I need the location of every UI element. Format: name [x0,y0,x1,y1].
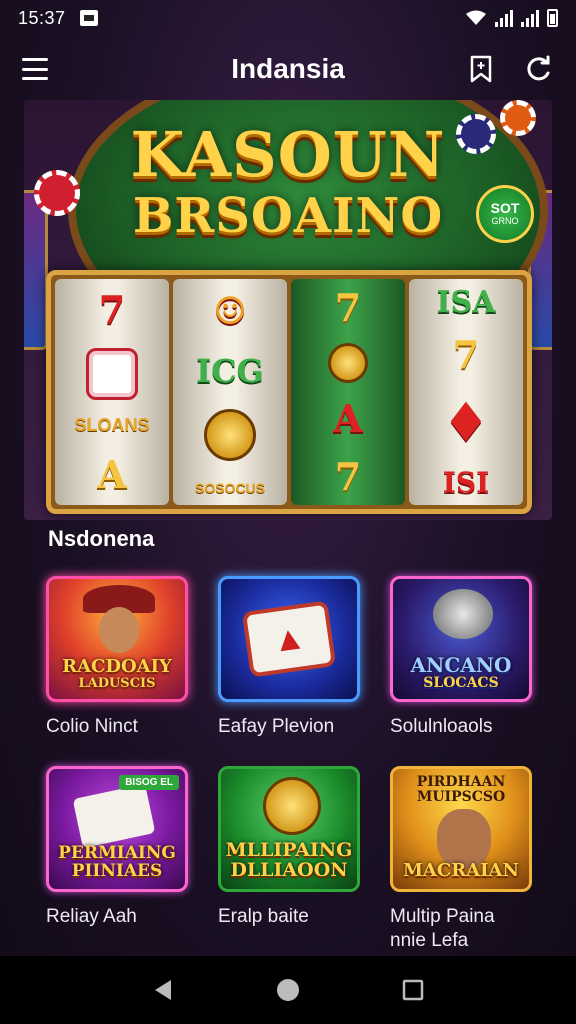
home-circle-icon[interactable] [268,970,308,1010]
roulette-icon [433,589,493,639]
card-icon [72,783,156,849]
notification-icon [79,10,98,26]
hero-banner[interactable]: KASOUN BRSOAINO SOT GRNO 7 SLOANS A ☺ IC… [24,100,552,520]
thumb-title: PERMIAING PIINIAES [58,843,176,882]
section-title: Nsdonena [48,526,155,551]
battery-icon [547,9,558,27]
game-thumbnail: ▲ [218,576,360,702]
status-time: 15:37 [18,7,66,28]
reel-symbol: ISA [436,285,496,321]
game-grid: RACDOAIY LADUSCIS Colio Ninct ▲ Eafay Pl… [46,576,532,956]
reel-symbol: SOSOCUS [194,479,265,496]
game-thumbnail: BISOG EL PERMIAING PIINIAES [46,766,188,892]
wifi-icon [466,10,486,25]
coin-icon [204,408,256,461]
reel-symbol: SLOANS [74,415,150,436]
game-thumbnail: PIRDHAAN MUIPSCSO MACRAIAN [390,766,532,892]
signal-icon-2 [521,9,539,27]
game-card[interactable]: RACDOAIY LADUSCIS Colio Ninct [46,576,188,766]
game-label: Eafay Plevion [218,716,335,737]
reel-symbol: ☺ [212,288,248,334]
game-tag: BISOG EL [119,775,179,790]
card-case-icon: ▲ [241,600,337,678]
refresh-icon[interactable] [524,54,554,84]
game-card[interactable]: ▲ Eafay Plevion [218,576,360,766]
game-thumbnail: RACDOAIY LADUSCIS [46,576,188,702]
recent-square-icon[interactable] [393,970,433,1010]
hero-title-line2: BRSOAINO [132,188,444,244]
status-icons [465,9,558,27]
reel-symbol: ♦ [441,389,491,454]
hamburger-icon[interactable] [22,58,48,80]
reel-4: ISA 7 ♦ ISI [409,279,523,505]
game-label: Eralp baite [218,906,309,927]
reel-symbol: 7 [98,286,126,332]
thumb-title-top: PIRDHAAN MUIPSCSO [416,774,506,805]
thumb-title: ANCANO SLOCACS [410,653,512,692]
reel-symbol: ICG [196,352,264,391]
game-label: Solulnloaols [390,716,493,737]
reel-1: 7 SLOANS A [55,279,169,505]
app-bar: Indansia [0,36,576,102]
character-icon [99,607,139,653]
game-label: Colio Ninct [46,716,138,737]
reel-symbol: A [97,452,127,498]
coin-icon [328,343,368,384]
game-thumbnail: MLLIPAING DLLIAOON [218,766,360,892]
game-card[interactable]: ANCANO SLOCACS Solulnloaols [390,576,532,766]
game-label-line2: nnie Lefa [390,930,469,951]
game-card[interactable]: BISOG EL PERMIAING PIINIAES Reliay Aah [46,766,188,956]
reel-symbol: 7 [334,453,362,499]
system-nav-bar [0,956,576,1024]
dice-icon [86,347,138,400]
slot-badge-line1: SOT [490,200,520,217]
signal-icon [495,9,513,27]
back-triangle-icon[interactable] [143,970,183,1010]
coin-icon [263,777,321,835]
thumb-title: RACDOAIY LADUSCIS [62,656,172,692]
slot-badge-line2: GRNO [491,215,519,226]
slot-badge: SOT GRNO [476,185,534,243]
game-card[interactable]: MLLIPAING DLLIAOON Eralp baite [218,766,360,956]
thumb-title: MLLIPAING DLLIAOON [225,839,353,882]
reel-symbol: 7 [452,332,480,378]
thumb-title: MACRAIAN [403,860,519,882]
reel-symbol: 7 [334,285,362,331]
bookmark-icon[interactable] [466,54,496,84]
slot-reels: 7 SLOANS A ☺ ICG SOSOCUS 7 A 7 ISA 7 ♦ I… [46,270,532,514]
reel-3: 7 A 7 [291,279,405,505]
reel-symbol: A [333,395,363,441]
reel-2: ☺ ICG SOSOCUS [173,279,287,505]
game-card[interactable]: PIRDHAAN MUIPSCSO MACRAIAN Multip Paina … [390,766,532,956]
app-screen: 15:37 Indansia KASOUN BRSOAINO SOT GRNO … [0,0,576,1024]
reel-symbol: ISI [442,465,490,499]
game-thumbnail: ANCANO SLOCACS [390,576,532,702]
app-actions [466,54,554,84]
status-bar: 15:37 [0,0,576,36]
hero-title-line1: KASOUN [130,118,446,191]
game-label: Reliay Aah [46,906,137,927]
game-label: Multip Paina [390,906,495,927]
